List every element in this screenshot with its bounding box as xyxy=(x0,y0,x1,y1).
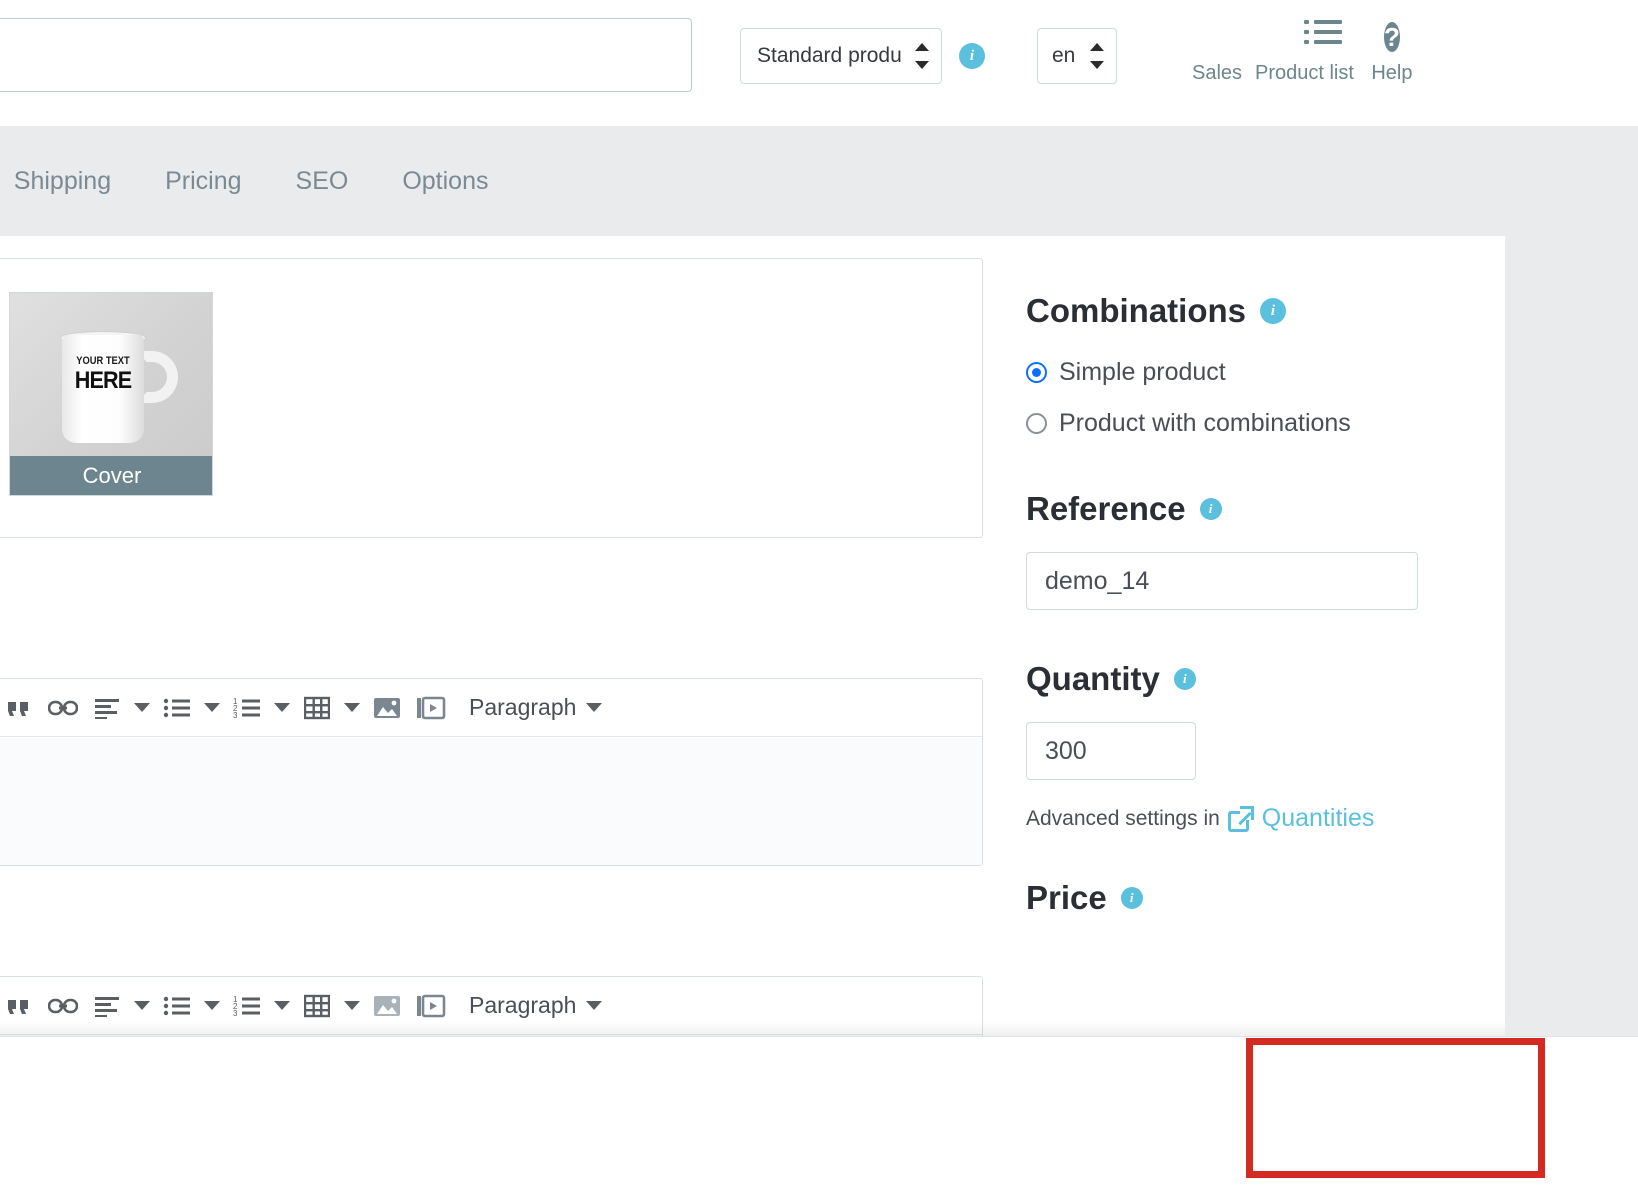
reference-title: Reference xyxy=(1026,490,1186,527)
combinations-title: Combinations xyxy=(1026,292,1246,329)
numbered-list-icon[interactable]: 123 xyxy=(225,984,269,1028)
product-name-input[interactable]: ...ug xyxy=(0,18,692,92)
paragraph-format-label: Paragraph xyxy=(469,694,577,720)
radio-button xyxy=(1026,413,1047,434)
sales-chart-icon xyxy=(1191,0,1244,60)
caret-down-icon[interactable] xyxy=(339,984,365,1028)
info-icon[interactable]: i xyxy=(1120,887,1143,909)
quantity-title: Quantity xyxy=(1026,660,1160,697)
caret-down-icon[interactable] xyxy=(339,686,365,730)
description-editor: 123 Paragraph xyxy=(0,678,983,866)
header-actions: Sales Product list ? Help xyxy=(1185,0,1424,85)
align-left-icon[interactable] xyxy=(85,686,129,730)
tab-seo[interactable]: SEO xyxy=(269,167,376,196)
reference-input[interactable]: demo_14 xyxy=(1026,552,1418,610)
bulleted-list-icon[interactable] xyxy=(155,686,199,730)
page-root: ...ug Standard produ i en Sales xyxy=(0,0,1638,1202)
paragraph-format-dropdown[interactable]: Paragraph xyxy=(469,992,603,1019)
numbered-list-icon[interactable]: 123 xyxy=(225,686,269,730)
caret-down-icon xyxy=(586,703,603,712)
description-editor-body[interactable] xyxy=(0,738,982,865)
header-action-sales[interactable]: Sales xyxy=(1185,0,1249,85)
product-type-select[interactable]: Standard produ xyxy=(740,28,942,84)
quote-icon[interactable] xyxy=(0,686,41,730)
info-icon[interactable]: i xyxy=(1199,498,1222,520)
header-action-product-list[interactable]: Product list xyxy=(1249,18,1360,85)
radio-button xyxy=(1026,362,1047,383)
quantity-input[interactable]: 300 xyxy=(1026,722,1196,780)
caret-down-icon[interactable] xyxy=(129,984,155,1028)
reference-heading: Reference i xyxy=(1026,490,1446,528)
quantity-heading: Quantity i xyxy=(1026,660,1446,698)
language-select[interactable]: en xyxy=(1037,28,1117,84)
footer-toolbar: Save Duplicate Go to catalog Add new pro… xyxy=(0,1036,1638,1202)
editor-toolbar: 123 Paragraph xyxy=(0,679,982,737)
mug-text-line2: HERE xyxy=(74,367,132,394)
price-title: Price xyxy=(1026,879,1107,916)
combinations-heading: Combinations i xyxy=(1026,292,1446,330)
link-icon[interactable] xyxy=(41,686,85,730)
table-icon[interactable] xyxy=(295,984,339,1028)
quote-icon[interactable] xyxy=(0,984,41,1028)
advanced-settings-label: Advanced settings in xyxy=(1026,806,1220,830)
price-heading: Price i xyxy=(1026,879,1446,917)
mug-text-line1: YOUR TEXT xyxy=(76,355,130,367)
align-left-icon[interactable] xyxy=(85,984,129,1028)
header-action-label: Sales xyxy=(1191,62,1243,84)
product-image-thumbnail[interactable]: YOUR TEXT HERE Cover xyxy=(9,292,213,496)
image-icon[interactable] xyxy=(365,686,409,730)
tab-pricing[interactable]: Pricing xyxy=(138,167,268,196)
radio-simple-product[interactable]: Simple product xyxy=(1026,358,1446,387)
product-images-dropzone[interactable]: YOUR TEXT HERE Cover xyxy=(0,258,983,538)
external-link-icon xyxy=(1227,805,1254,832)
info-icon[interactable]: i xyxy=(1260,298,1286,324)
content-panel: YOUR TEXT HERE Cover 1 2 3 Paragraph 1 2… xyxy=(0,236,1505,1179)
paragraph-format-dropdown[interactable]: Paragraph xyxy=(469,694,603,721)
info-icon[interactable]: i xyxy=(959,43,985,69)
bulleted-list-icon[interactable] xyxy=(155,984,199,1028)
header-action-label: Product list xyxy=(1255,62,1354,84)
caret-down-icon[interactable] xyxy=(199,686,225,730)
radio-label: Simple product xyxy=(1059,358,1226,386)
mug-image: YOUR TEXT HERE xyxy=(10,293,212,458)
paragraph-format-label: Paragraph xyxy=(469,992,577,1018)
select-arrows-icon xyxy=(1090,43,1104,69)
tab-bar: ...ies Shipping Pricing SEO Options xyxy=(0,126,1638,236)
tab-options[interactable]: Options xyxy=(375,167,515,196)
caret-down-icon[interactable] xyxy=(269,686,295,730)
caret-down-icon[interactable] xyxy=(269,984,295,1028)
table-icon[interactable] xyxy=(295,686,339,730)
tab-shipping[interactable]: Shipping xyxy=(0,167,138,196)
page-header: ...ug Standard produ i en Sales xyxy=(0,0,1638,126)
cover-badge: Cover xyxy=(10,456,212,495)
help-question-icon: ? xyxy=(1383,22,1400,52)
right-column: Combinations i Simple product Product wi… xyxy=(1026,236,1446,917)
select-arrows-icon xyxy=(915,43,929,69)
radio-product-with-combinations[interactable]: Product with combinations xyxy=(1026,409,1446,438)
video-icon[interactable] xyxy=(409,686,453,730)
info-icon[interactable]: i xyxy=(1173,668,1196,690)
product-type-value: Standard produ xyxy=(757,44,902,67)
header-action-help[interactable]: ? Help xyxy=(1360,18,1424,85)
caret-down-icon xyxy=(586,1001,603,1010)
list-icon xyxy=(1255,18,1354,60)
svg-text:3: 3 xyxy=(233,711,238,719)
image-icon[interactable] xyxy=(365,984,409,1028)
caret-down-icon[interactable] xyxy=(199,984,225,1028)
video-icon[interactable] xyxy=(409,984,453,1028)
header-action-label: Help xyxy=(1371,62,1413,84)
quantities-link[interactable]: Quantities xyxy=(1262,804,1375,833)
caret-down-icon[interactable] xyxy=(129,686,155,730)
advanced-quantities-row: Advanced settings in Quantities xyxy=(1026,804,1446,833)
link-icon[interactable] xyxy=(41,984,85,1028)
svg-text:3: 3 xyxy=(233,1009,238,1017)
language-value: en xyxy=(1052,44,1076,67)
radio-label: Product with combinations xyxy=(1059,409,1351,437)
